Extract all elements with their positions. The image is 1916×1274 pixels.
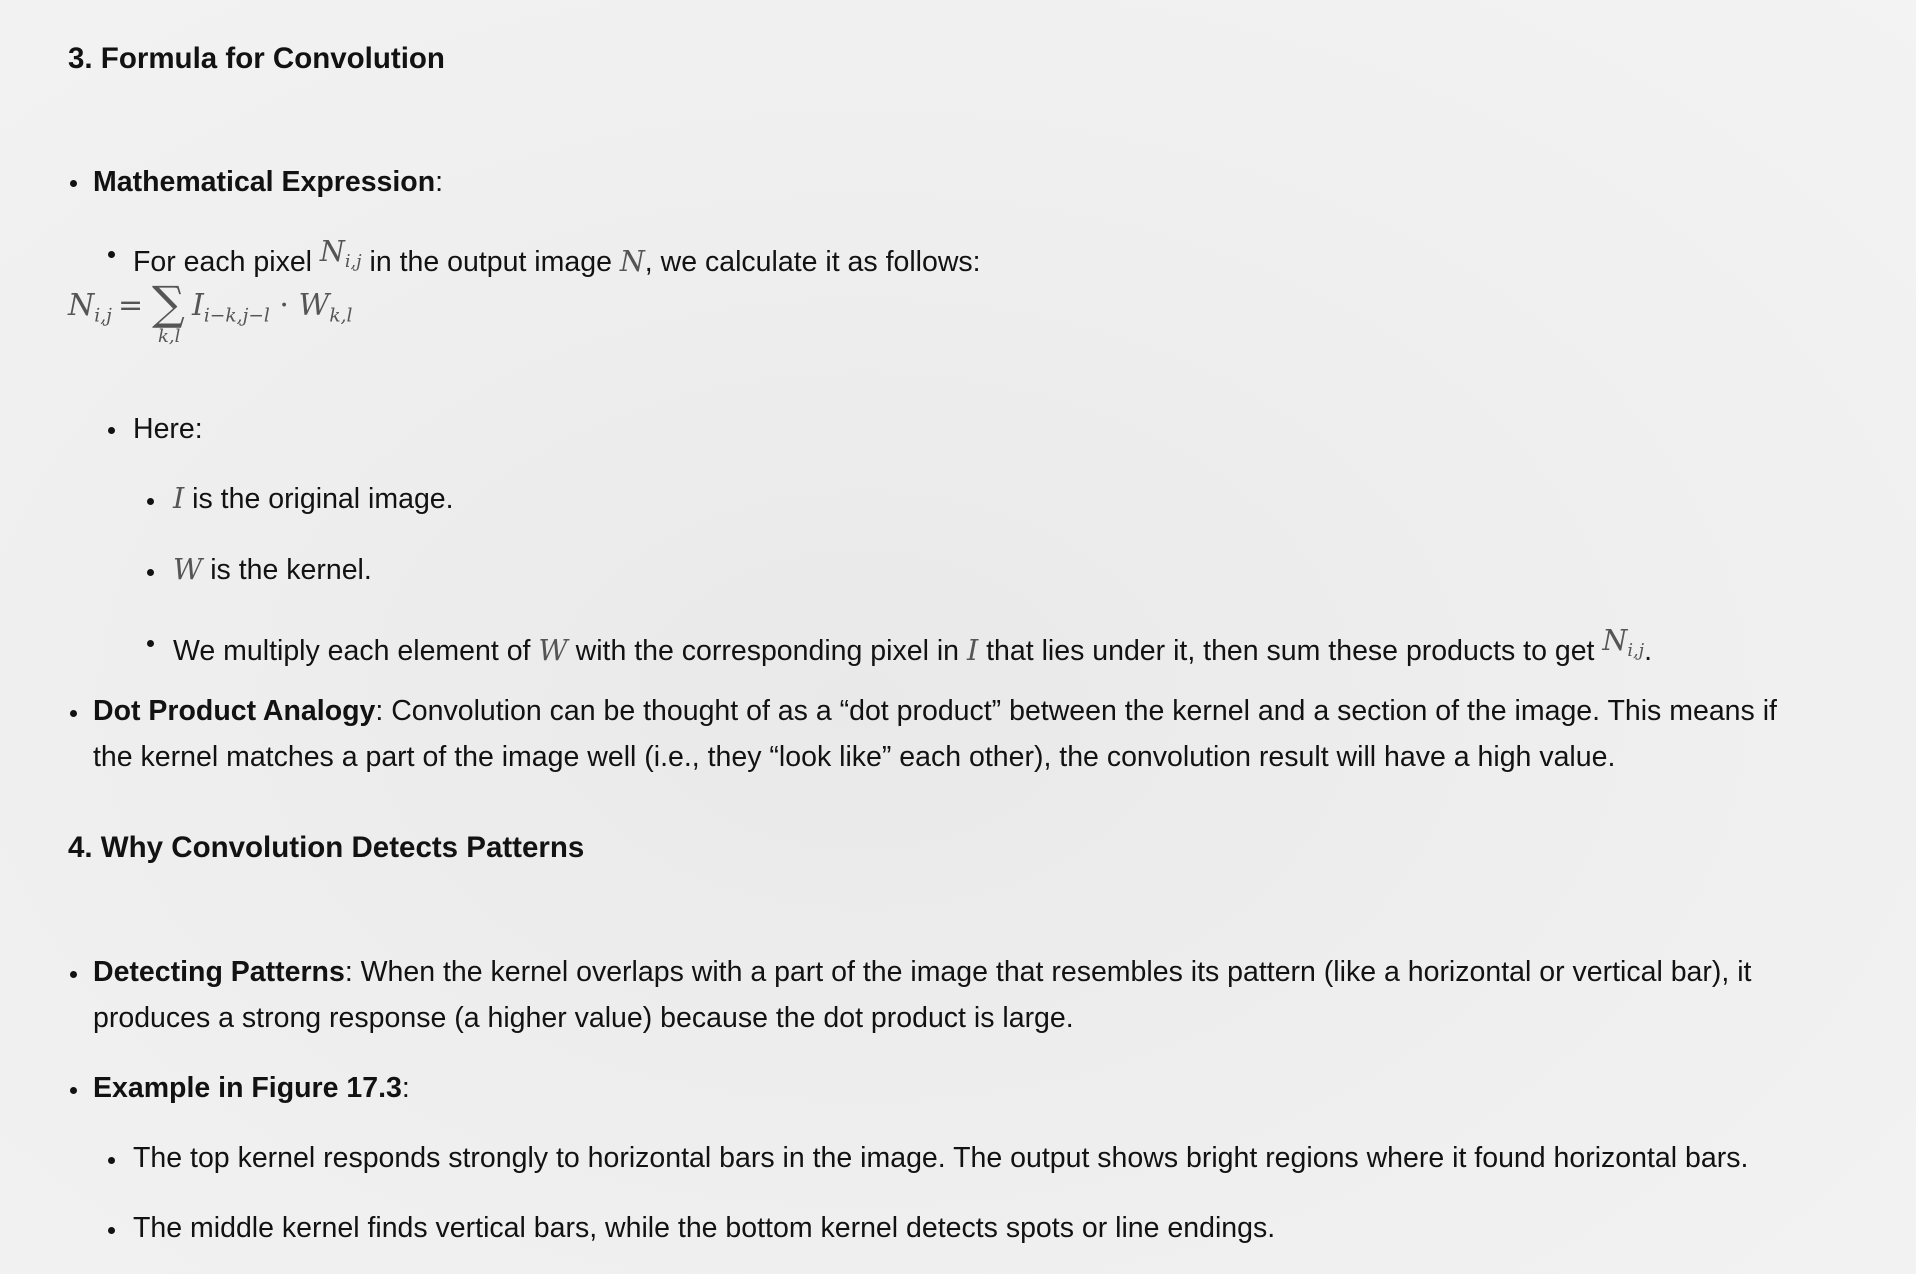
colon: :: [401, 1072, 410, 1104]
var: N: [319, 235, 345, 268]
list-item-middle-kernel: The middle kernel finds vertical bars, w…: [133, 1212, 1276, 1244]
bullet: [147, 569, 154, 576]
math-var-n: Ni,j: [1602, 624, 1644, 661]
text: that lies under it, then sum these produ…: [978, 634, 1603, 667]
bullet: [147, 640, 154, 647]
math-expression-label: Mathematical Expression: [93, 166, 436, 198]
document-body: 3. Formula for Convolution Mathematical …: [0, 0, 1916, 1274]
list-item-w-kernel: W is the kernel.: [173, 550, 372, 590]
section-heading-formula: 3. Formula for Convolution: [68, 42, 445, 75]
math-var-w: W: [173, 553, 203, 586]
bullet: [70, 710, 77, 717]
bullet: [108, 1227, 115, 1234]
text: : When the kernel overlaps with a part o…: [344, 956, 1752, 988]
dot-product-line2: the kernel matches a part of the image w…: [93, 741, 1616, 773]
list-item-detecting-patterns: Detecting Patterns: When the kernel over…: [93, 952, 1751, 992]
bullet: [108, 251, 115, 258]
text: in the output image: [361, 245, 620, 278]
math-var-n: Ni,j: [319, 235, 362, 272]
detecting-patterns-label: Detecting Patterns: [93, 956, 345, 988]
list-item-dot-product: Dot Product Analogy: Convolution can be …: [93, 691, 1777, 731]
formula-lhs: Ni,j: [68, 288, 112, 327]
list-item-top-kernel: The top kernel responds strongly to hori…: [133, 1142, 1749, 1174]
var: I: [192, 288, 204, 323]
bullet: [108, 427, 115, 434]
list-item-i-original: I is the original image.: [173, 479, 454, 519]
list-item-multiply: We multiply each element of W with the c…: [173, 621, 1652, 671]
bullet: [70, 971, 77, 978]
subscript: i−k,j−l: [203, 305, 270, 327]
subscript: k,l: [329, 305, 353, 327]
sum-subscript: k,l: [158, 326, 181, 347]
detecting-patterns-line2: produces a strong response (a higher val…: [93, 1002, 1074, 1034]
bullet: [147, 498, 154, 505]
text: with the corresponding pixel in: [567, 634, 967, 667]
list-item-example: Example in Figure 17.3:: [93, 1068, 410, 1108]
sigma-symbol: ∑: [152, 276, 185, 330]
bullet: [70, 180, 77, 187]
text: : Convolution can be thought of as a “do…: [375, 695, 1777, 727]
dot-operator: ·: [269, 288, 299, 323]
section-heading-patterns: 4. Why Convolution Detects Patterns: [68, 831, 585, 864]
text: , we calculate it as follows:: [644, 245, 981, 278]
bullet: [70, 1087, 77, 1094]
var: W: [298, 288, 330, 323]
text: For each pixel: [133, 245, 320, 278]
dot-product-label: Dot Product Analogy: [93, 695, 376, 727]
bullet: [108, 1157, 115, 1164]
subscript: i,j: [1627, 641, 1645, 662]
convolution-formula: Ni,j = ∑ k,l Ii−k,j−l · Wk,l: [68, 276, 388, 362]
text: is the original image.: [184, 483, 454, 515]
text: .: [1644, 634, 1652, 667]
var: N: [68, 288, 95, 323]
subscript: i,j: [94, 305, 112, 327]
formula-rhs: Ii−k,j−l · Wk,l: [192, 288, 352, 327]
list-item-math-expression: Mathematical Expression:: [93, 162, 443, 202]
subscript: i,j: [344, 252, 362, 273]
text: is the kernel.: [202, 554, 372, 586]
math-var-i: I: [966, 633, 979, 667]
text: We multiply each element of: [173, 634, 539, 667]
example-label: Example in Figure 17.3: [93, 1072, 402, 1104]
var: N: [1602, 624, 1628, 657]
list-item-for-each-pixel: For each pixel Ni,j in the output image …: [133, 232, 981, 282]
math-var-w: W: [538, 633, 568, 667]
list-item-here: Here:: [133, 413, 203, 445]
colon: :: [435, 166, 444, 198]
equals-sign: =: [118, 288, 144, 323]
math-var-n: N: [619, 244, 645, 278]
math-var-i: I: [173, 482, 185, 515]
